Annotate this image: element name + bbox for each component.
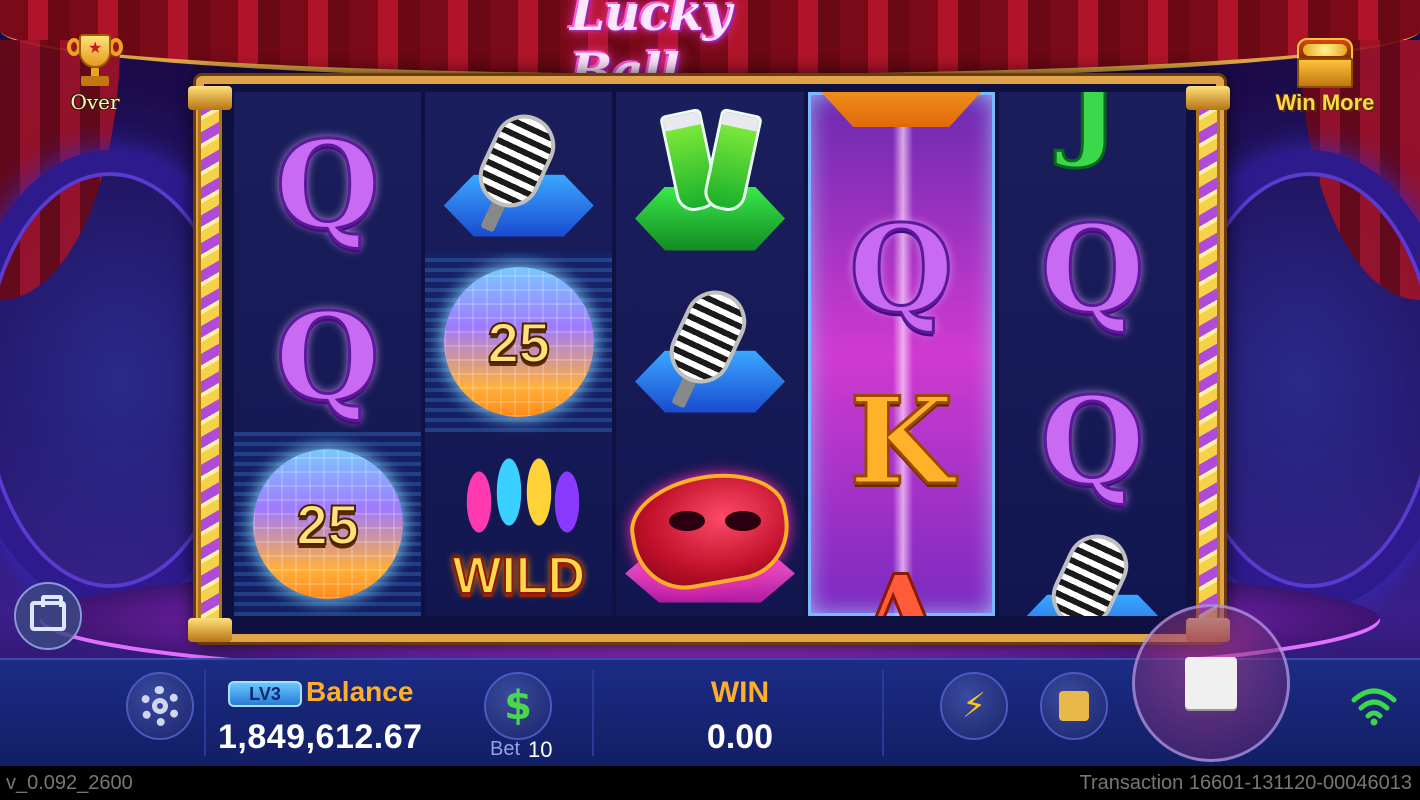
level-badge: LV3 xyxy=(228,681,302,707)
trophy-icon: ★ xyxy=(65,30,125,90)
auto-square-icon xyxy=(1059,691,1089,721)
pillar-cap xyxy=(188,618,232,642)
game-logo: Lucky Ball xyxy=(570,0,732,101)
masquerade-mask-icon xyxy=(622,455,798,605)
symbol-champagne xyxy=(616,94,803,269)
champagne-icon xyxy=(625,107,795,257)
auto-spin-button[interactable] xyxy=(1040,672,1108,740)
dollar-icon: $ xyxy=(504,683,532,729)
bet-button[interactable]: $ xyxy=(484,672,552,740)
reel-grid: Q Q 25 25 WILD Q K J Q Q xyxy=(234,92,1187,617)
treasure-chest-icon xyxy=(1293,30,1357,90)
balance-value: 1,849,612.67 xyxy=(218,718,423,756)
q-letter: Q xyxy=(1039,370,1147,514)
pillar-cap xyxy=(1186,86,1230,110)
pillar-cap xyxy=(188,86,232,110)
stop-icon xyxy=(1185,657,1237,709)
version-text: v_0.092_2600 xyxy=(6,772,133,794)
panel-divider xyxy=(882,670,884,756)
win-more-button[interactable]: Win More xyxy=(1270,30,1380,130)
right-pillar xyxy=(1196,90,1220,630)
over-button[interactable]: ★ Over xyxy=(40,30,150,130)
status-footer: v_0.092_2600 Transaction 16601-131120-00… xyxy=(0,766,1420,800)
reel-2: 25 WILD xyxy=(425,92,613,616)
turbo-button[interactable]: ⚡ xyxy=(940,672,1008,740)
reel-5: J Q Q xyxy=(998,92,1187,616)
settings-button[interactable] xyxy=(126,672,194,740)
q-letter: Q xyxy=(1039,198,1147,342)
bet-value: 10 xyxy=(528,737,553,762)
j-letter: J xyxy=(1063,92,1123,174)
a-letter: A xyxy=(853,548,949,617)
bag-button[interactable] xyxy=(14,582,82,650)
bet-label: Bet xyxy=(490,738,521,760)
bag-icon xyxy=(30,595,66,631)
panel-divider xyxy=(204,670,206,756)
disco-value: 25 xyxy=(295,492,359,557)
reel-4-spinning: Q K A xyxy=(807,92,995,617)
disco-ball-icon: 25 xyxy=(443,267,594,417)
balance-label: Balance xyxy=(306,676,414,707)
win-more-label: Win More xyxy=(1275,90,1375,115)
symbol-microphone xyxy=(425,92,612,267)
symbol-q: Q xyxy=(999,354,1186,529)
symbol-j: J xyxy=(999,92,1186,189)
symbol-saxophone xyxy=(808,92,995,152)
k-letter: K xyxy=(848,370,955,514)
reel-1: Q Q 25 xyxy=(234,92,422,616)
disco-value: 25 xyxy=(487,310,551,375)
microphone-icon xyxy=(434,103,604,255)
panel-divider xyxy=(592,670,594,756)
symbol-k: K xyxy=(808,354,995,529)
left-pillar xyxy=(198,90,222,630)
symbol-microphone xyxy=(999,512,1186,616)
reel-3 xyxy=(616,92,804,616)
symbol-a: A xyxy=(808,532,995,617)
symbol-mask xyxy=(616,442,803,616)
symbol-wild: WILD xyxy=(425,437,612,616)
over-label: Over xyxy=(70,90,120,114)
wild-text: WILD xyxy=(451,546,586,606)
transaction-id: Transaction 16601-131120-00046013 xyxy=(1079,772,1412,794)
symbol-disco-ball: 25 xyxy=(425,252,613,432)
win-value: 0.00 xyxy=(706,718,774,756)
win-label: WIN xyxy=(710,676,770,709)
gear-icon xyxy=(140,686,180,726)
q-letter: Q xyxy=(274,114,382,258)
disco-ball-icon: 25 xyxy=(252,449,403,599)
microphone-icon xyxy=(625,279,795,431)
q-letter: Q xyxy=(274,286,382,430)
wild-mask-icon: WILD xyxy=(429,442,609,612)
microphone-icon xyxy=(1007,523,1177,616)
symbol-q: Q xyxy=(234,270,421,445)
saxophone-icon xyxy=(821,92,982,127)
wifi-icon xyxy=(1351,688,1397,726)
symbol-microphone xyxy=(616,268,803,443)
symbol-disco-ball: 25 xyxy=(234,432,422,616)
symbol-q: Q xyxy=(999,182,1186,357)
bolt-icon: ⚡ xyxy=(962,686,986,726)
q-letter: Q xyxy=(847,198,955,342)
stop-spin-button[interactable] xyxy=(1132,604,1290,762)
symbol-q: Q xyxy=(808,182,995,357)
symbol-q: Q xyxy=(234,98,421,273)
